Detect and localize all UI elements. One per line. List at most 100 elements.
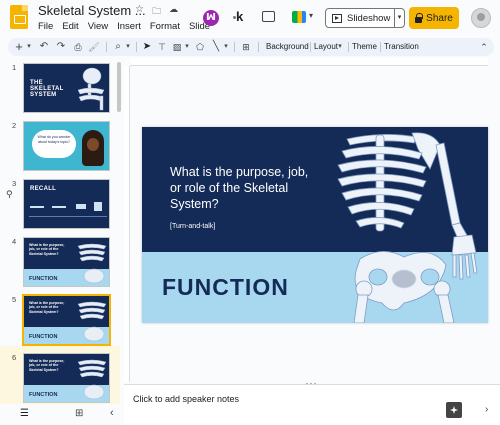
- slide-thumbnail-6[interactable]: What is the purpose, job, or role of the…: [23, 353, 110, 403]
- slide-thumbnail-1[interactable]: THE SKELETAL SYSTEM: [23, 63, 110, 113]
- document-title[interactable]: Skeletal System ...: [38, 3, 146, 18]
- slide-number: 4: [12, 237, 17, 246]
- image-dropdown-icon[interactable]: ▾: [183, 38, 191, 56]
- zoom-dropdown-icon[interactable]: ▾: [124, 38, 132, 56]
- speaker-notes-placeholder[interactable]: Click to add speaker notes: [133, 394, 239, 404]
- slide-question-text[interactable]: What is the purpose, job, or role of the…: [170, 164, 310, 212]
- menu-insert[interactable]: Insert: [117, 21, 141, 35]
- show-side-panel-icon[interactable]: ›: [485, 404, 488, 415]
- slide-thumbnail-2[interactable]: What do you wonder about today's topic?: [23, 121, 110, 171]
- slide-thumbnail-question: What is the purpose, job, or role of the…: [29, 301, 65, 314]
- bone-graphic: [94, 202, 102, 211]
- slide-number: 5: [12, 295, 17, 304]
- line-icon[interactable]: ╲: [210, 38, 222, 56]
- comment-history-icon[interactable]: [262, 11, 275, 22]
- meet-dropdown-icon[interactable]: ▾: [309, 11, 313, 20]
- toolbar-divider: [106, 42, 107, 52]
- skeleton-image: [77, 359, 107, 400]
- toolbar-divider: [348, 42, 349, 52]
- skeleton-image: [77, 301, 107, 342]
- transition-button[interactable]: Transition: [384, 38, 419, 56]
- text-box-icon[interactable]: ⊤: [156, 38, 168, 56]
- undo-icon[interactable]: ↶: [38, 38, 50, 56]
- slideshow-icon: [332, 13, 342, 23]
- kahoot-icon[interactable]: k: [236, 9, 243, 24]
- divider-line: [29, 216, 107, 217]
- bone-graphic: [76, 204, 86, 209]
- slide-number: 6: [12, 353, 17, 362]
- new-slide-dropdown-icon[interactable]: ▾: [25, 38, 33, 56]
- slide-thumbnail-3[interactable]: RECALL: [23, 179, 110, 229]
- star-icon[interactable]: ☆: [135, 4, 144, 15]
- explore-icon[interactable]: [446, 402, 462, 418]
- toolbar-divider: [136, 42, 137, 52]
- slide-heading[interactable]: FUNCTION: [162, 274, 289, 301]
- horizontal-ruler[interactable]: [130, 58, 488, 66]
- slideshow-button[interactable]: Slideshow: [325, 8, 395, 28]
- lock-icon: [415, 12, 424, 23]
- current-slide[interactable]: What is the purpose, job, or role of the…: [142, 127, 488, 323]
- slideshow-dropdown-button[interactable]: ▾: [394, 8, 405, 28]
- vertical-ruler[interactable]: [124, 66, 130, 382]
- filmstrip-scrollbar[interactable]: [117, 62, 121, 112]
- bone-graphic: [52, 206, 66, 208]
- slide-thumbnail-5[interactable]: What is the purpose, job, or role of the…: [22, 294, 111, 346]
- meet-icon[interactable]: [292, 11, 306, 23]
- slide-thumbnail-question: What is the purpose, job, or role of the…: [29, 359, 65, 372]
- insert-image-icon[interactable]: ▨: [171, 38, 183, 56]
- share-label: Share: [426, 12, 453, 24]
- extension-icon[interactable]: ꟽ: [203, 10, 219, 26]
- move-folder-icon[interactable]: 🗀: [152, 4, 161, 20]
- slide-number: 1: [12, 63, 17, 72]
- skeleton-image: [77, 243, 107, 284]
- zoom-icon[interactable]: ⌕: [112, 38, 124, 56]
- layout-dropdown-icon[interactable]: ▾: [336, 38, 344, 56]
- bone-graphic: [30, 206, 44, 208]
- cloud-status-icon[interactable]: ☁: [169, 4, 178, 15]
- skeleton-image: [77, 67, 105, 111]
- title-bar: Skeletal System ... ☆ 🗀 ☁ File Edit View…: [0, 0, 500, 36]
- paint-format-icon[interactable]: 🖌: [88, 38, 100, 56]
- slide-thumbnail-title: RECALL: [30, 186, 57, 192]
- menu-view[interactable]: View: [88, 21, 108, 35]
- notes-resize-handle[interactable]: [305, 382, 317, 385]
- toolbar-divider: [234, 42, 235, 52]
- toolbar-divider: [258, 42, 259, 52]
- slides-app: Skeletal System ... ☆ 🗀 ☁ File Edit View…: [0, 0, 500, 425]
- select-cursor-icon[interactable]: ➤: [142, 38, 152, 56]
- toolbar-divider: [310, 42, 311, 52]
- filmstrip-view-icon[interactable]: ☰: [20, 408, 29, 419]
- account-avatar[interactable]: [471, 8, 491, 28]
- slide-thumbnail-title: FUNCTION: [29, 334, 58, 340]
- toolbar-divider: [380, 42, 381, 52]
- menu-edit[interactable]: Edit: [62, 21, 78, 35]
- slide-filmstrip: 1 THE SKELETAL SYSTEM 2 What do you wond…: [0, 58, 124, 404]
- shape-icon[interactable]: ⬠: [194, 38, 206, 56]
- new-slide-icon[interactable]: +: [14, 38, 24, 56]
- menu-format[interactable]: Format: [150, 21, 180, 35]
- slides-logo-icon[interactable]: [10, 5, 28, 29]
- background-button[interactable]: Background: [266, 38, 309, 56]
- slide-number: 3: [12, 179, 17, 188]
- collapse-menus-icon[interactable]: ⌃: [478, 38, 490, 56]
- slide-prompt-text[interactable]: [Turn-and-talk]: [170, 223, 215, 230]
- slide-thumbnail-question: What is the purpose, job, or role of the…: [29, 243, 65, 256]
- add-comment-icon[interactable]: ⊞: [240, 38, 252, 56]
- toolbar: + ▾ ↶ ↷ ⎙ 🖌 ⌕ ▾ ➤ ⊤ ▨ ▾ ⬠ ╲ ▾ ⊞ Backgrou…: [8, 38, 494, 56]
- menu-file[interactable]: File: [38, 21, 53, 35]
- layout-button[interactable]: Layout: [314, 38, 338, 56]
- speaker-notes-panel[interactable]: [124, 384, 500, 425]
- redo-icon[interactable]: ↷: [55, 38, 67, 56]
- slide-thumbnail-title: FUNCTION: [29, 276, 58, 282]
- filmstrip-footer: ☰ ⊞ ‹: [0, 404, 124, 425]
- menu-bar: File Edit View Insert Format Slide: [38, 21, 210, 35]
- theme-button[interactable]: Theme: [352, 38, 377, 56]
- slide-thumbnail-4[interactable]: What is the purpose, job, or role of the…: [23, 237, 110, 287]
- collapse-filmstrip-icon[interactable]: ‹: [110, 407, 114, 419]
- share-button[interactable]: Share: [409, 7, 459, 29]
- grid-view-icon[interactable]: ⊞: [75, 408, 83, 419]
- slide-thumbnail-title: FUNCTION: [29, 392, 58, 398]
- print-icon[interactable]: ⎙: [72, 38, 84, 56]
- link-icon: ⚲: [6, 189, 13, 199]
- line-dropdown-icon[interactable]: ▾: [222, 38, 230, 56]
